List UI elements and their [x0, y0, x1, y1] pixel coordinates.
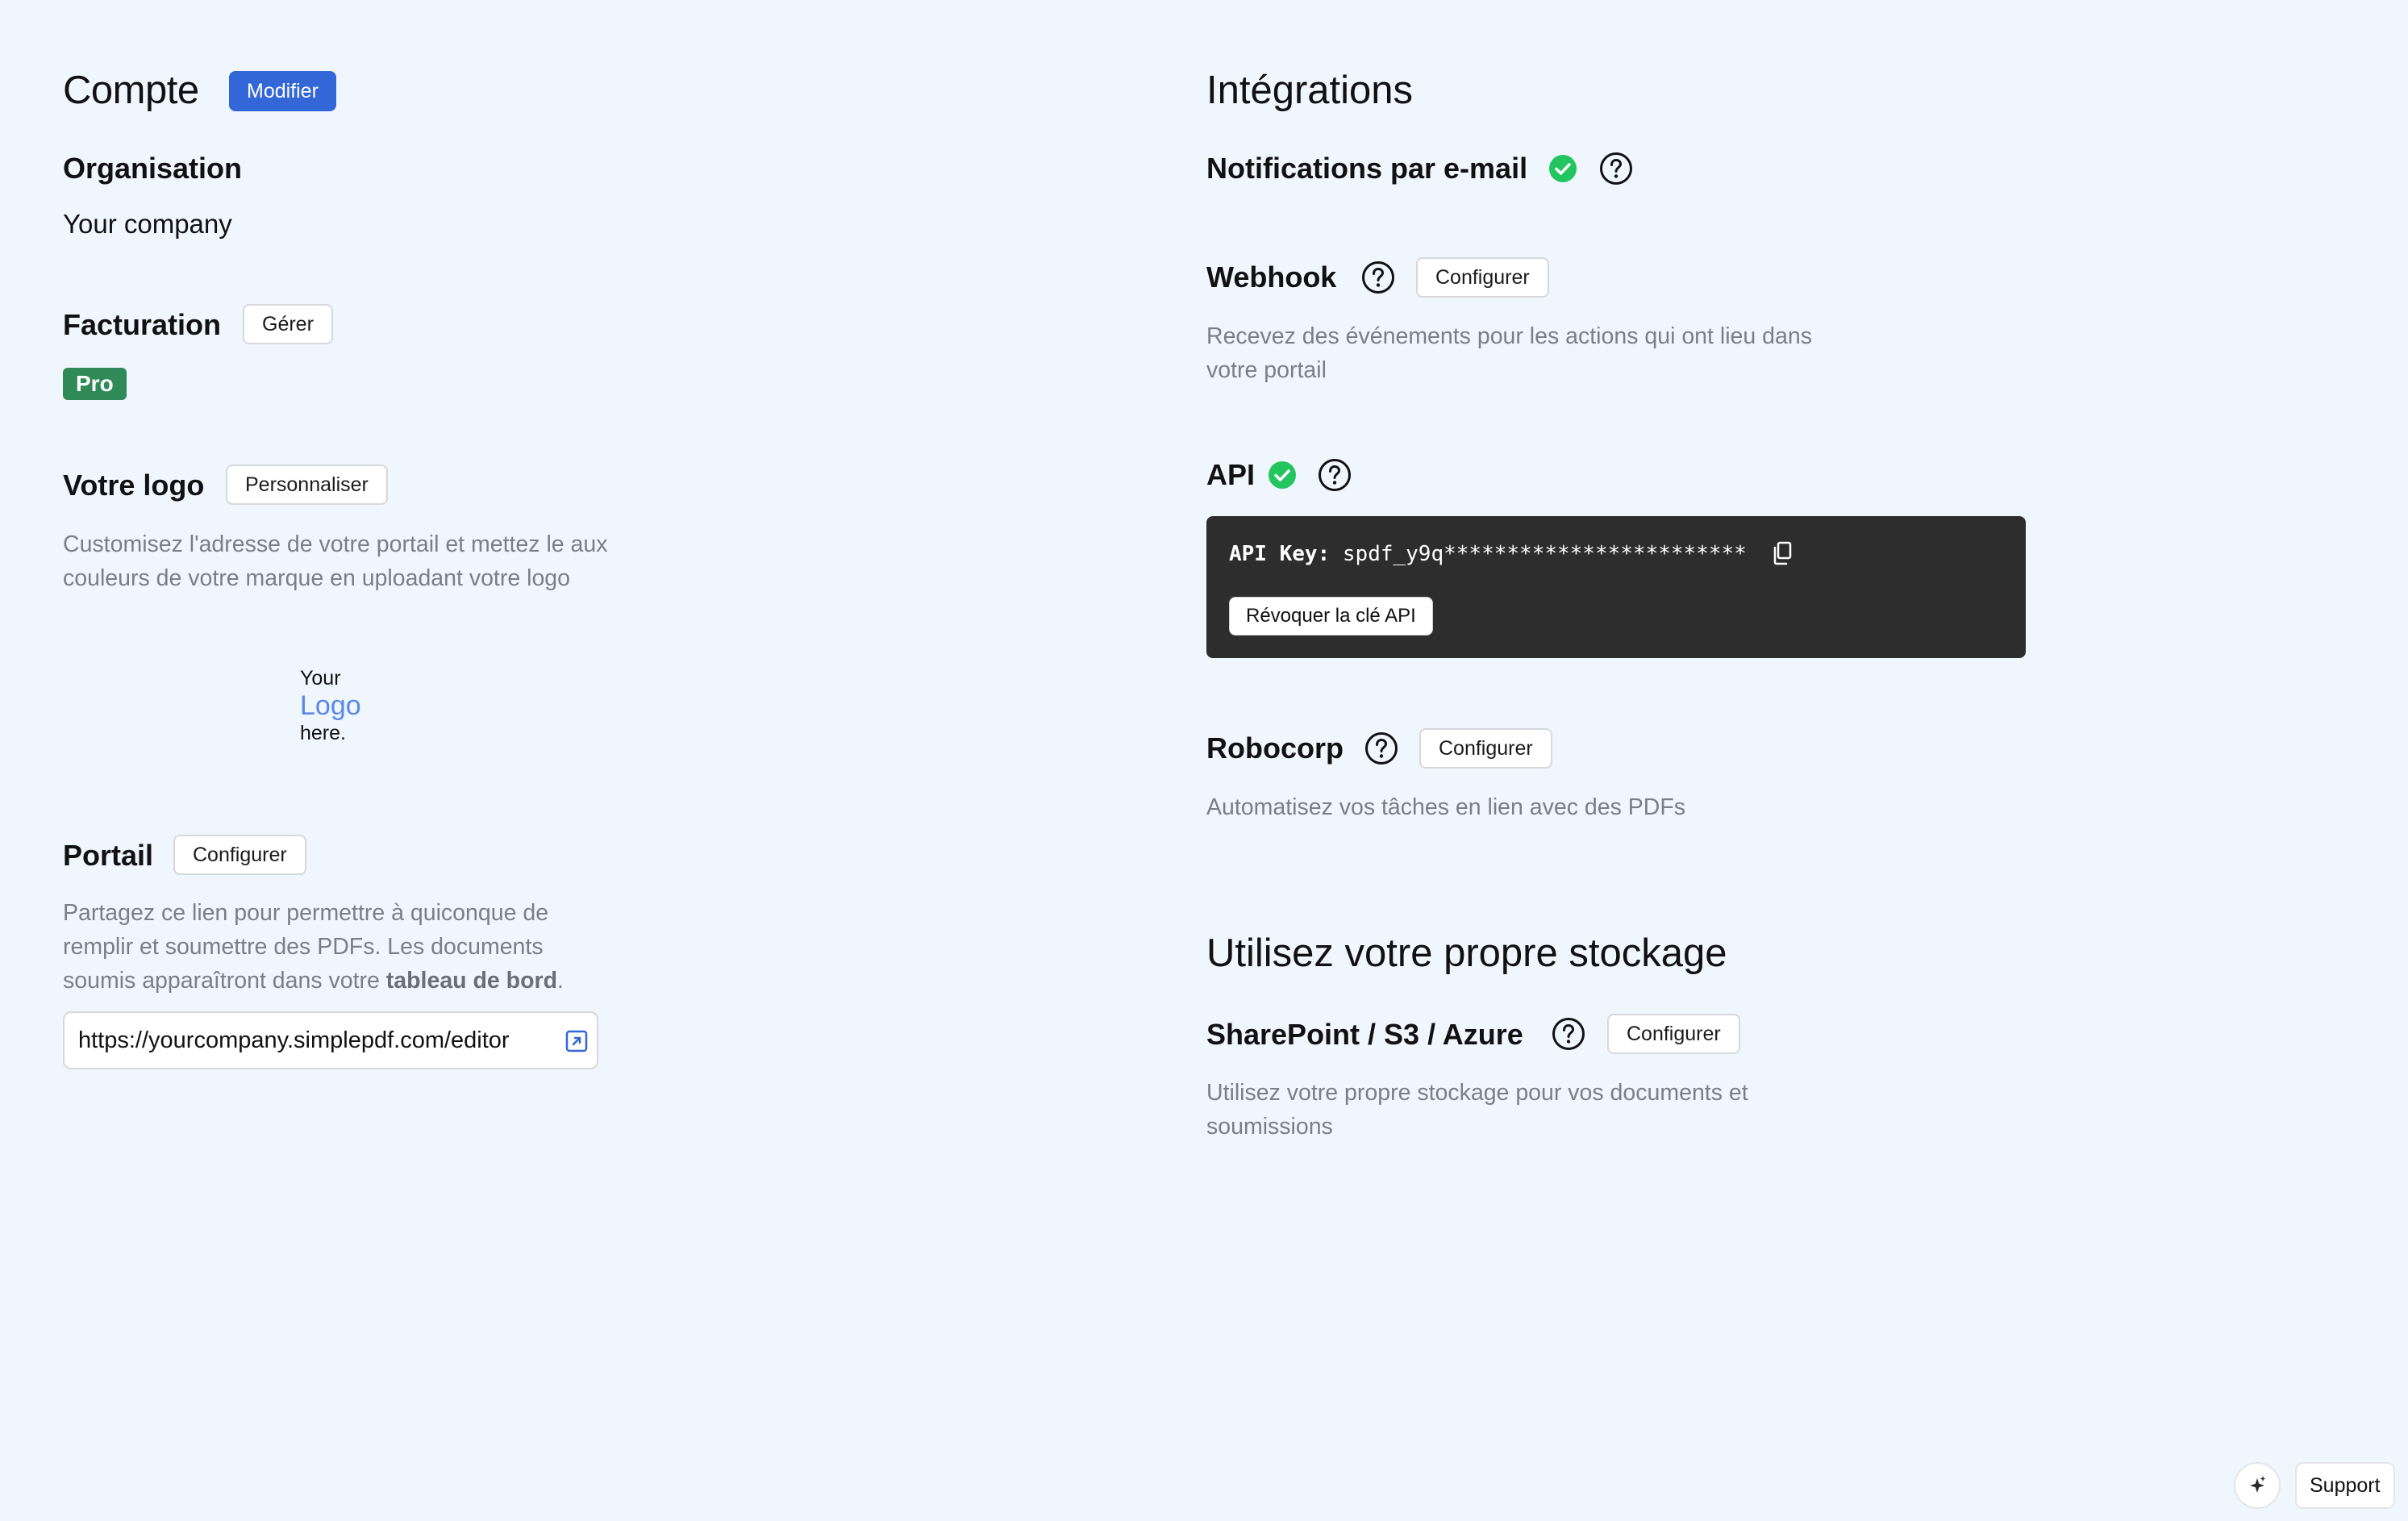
storage-title: Utilisez votre propre stockage	[1206, 931, 1727, 975]
portal-url-text: https://yourcompany.simplepdf.com/editor	[78, 1027, 510, 1053]
plan-badge: Pro	[63, 368, 127, 400]
dashboard-link-text: tableau de bord	[385, 968, 557, 994]
check-circle-icon	[1549, 155, 1577, 182]
webhook-title: Webhook	[1206, 260, 1337, 294]
revoke-api-key-button[interactable]: Révoquer la clé API	[1229, 597, 1433, 635]
check-circle-icon	[1269, 461, 1296, 489]
logo-placeholder[interactable]: Your Logo here.	[300, 665, 361, 746]
portal-description-end: .	[557, 968, 564, 994]
support-button[interactable]: Support	[2295, 1462, 2395, 1509]
help-circle-icon[interactable]	[1552, 1017, 1585, 1051]
robocorp-title: Robocorp	[1206, 731, 1344, 765]
sparkle-icon	[2250, 1476, 2266, 1493]
copy-icon[interactable]	[1771, 540, 1794, 566]
manage-billing-button[interactable]: Gérer	[243, 304, 333, 344]
account-title: Compte	[63, 69, 199, 112]
organisation-name: Your company	[63, 209, 232, 239]
portal-url-field[interactable]: https://yourcompany.simplepdf.com/editor	[63, 1011, 598, 1069]
logo-title: Votre logo	[63, 469, 205, 502]
sparkle-button[interactable]	[2234, 1462, 2281, 1509]
external-link-icon[interactable]	[565, 1029, 589, 1053]
portal-title: Portail	[63, 839, 154, 872]
email-notifications-title: Notifications par e-mail	[1206, 152, 1528, 185]
configure-webhook-button[interactable]: Configurer	[1416, 257, 1549, 298]
help-circle-icon[interactable]	[1364, 731, 1398, 765]
storage-description: Utilisez votre propre stockage pour vos …	[1206, 1080, 1748, 1140]
logo-placeholder-line1: Your	[300, 667, 341, 690]
logo-description: Customisez l'adresse de votre portail et…	[63, 531, 608, 591]
logo-placeholder-line2: Logo	[300, 690, 361, 721]
api-title: API	[1206, 458, 1256, 491]
help-circle-icon[interactable]	[1318, 458, 1352, 492]
help-circle-icon[interactable]	[1599, 152, 1633, 185]
configure-portal-button[interactable]: Configurer	[173, 835, 306, 875]
help-circle-icon[interactable]	[1361, 260, 1395, 294]
robocorp-description: Automatisez vos tâches en lien avec des …	[1206, 794, 1686, 820]
configure-robocorp-button[interactable]: Configurer	[1419, 728, 1552, 769]
api-key-panel: API Key: spdf_y9q***********************…	[1206, 516, 2026, 658]
organisation-title: Organisation	[63, 152, 243, 185]
webhook-description: Recevez des événements pour les actions …	[1206, 323, 1812, 383]
settings-page: Compte Modifier Organisation Your compan…	[0, 0, 2408, 1521]
configure-storage-button[interactable]: Configurer	[1607, 1014, 1740, 1054]
api-key-value[interactable]: spdf_y9q************************	[1343, 542, 1747, 566]
customize-logo-button[interactable]: Personnaliser	[226, 465, 388, 505]
billing-title: Facturation	[63, 308, 222, 341]
storage-provider-title: SharePoint / S3 / Azure	[1206, 1018, 1523, 1051]
portal-description: Partagez ce lien pour permettre à quicon…	[63, 896, 595, 998]
logo-placeholder-line3: here.	[300, 722, 346, 744]
integrations-title: Intégrations	[1206, 69, 1414, 112]
edit-account-button[interactable]: Modifier	[229, 71, 336, 111]
api-key-line: API Key: spdf_y9q***********************…	[1229, 542, 1747, 566]
api-key-label: API Key:	[1229, 542, 1331, 566]
